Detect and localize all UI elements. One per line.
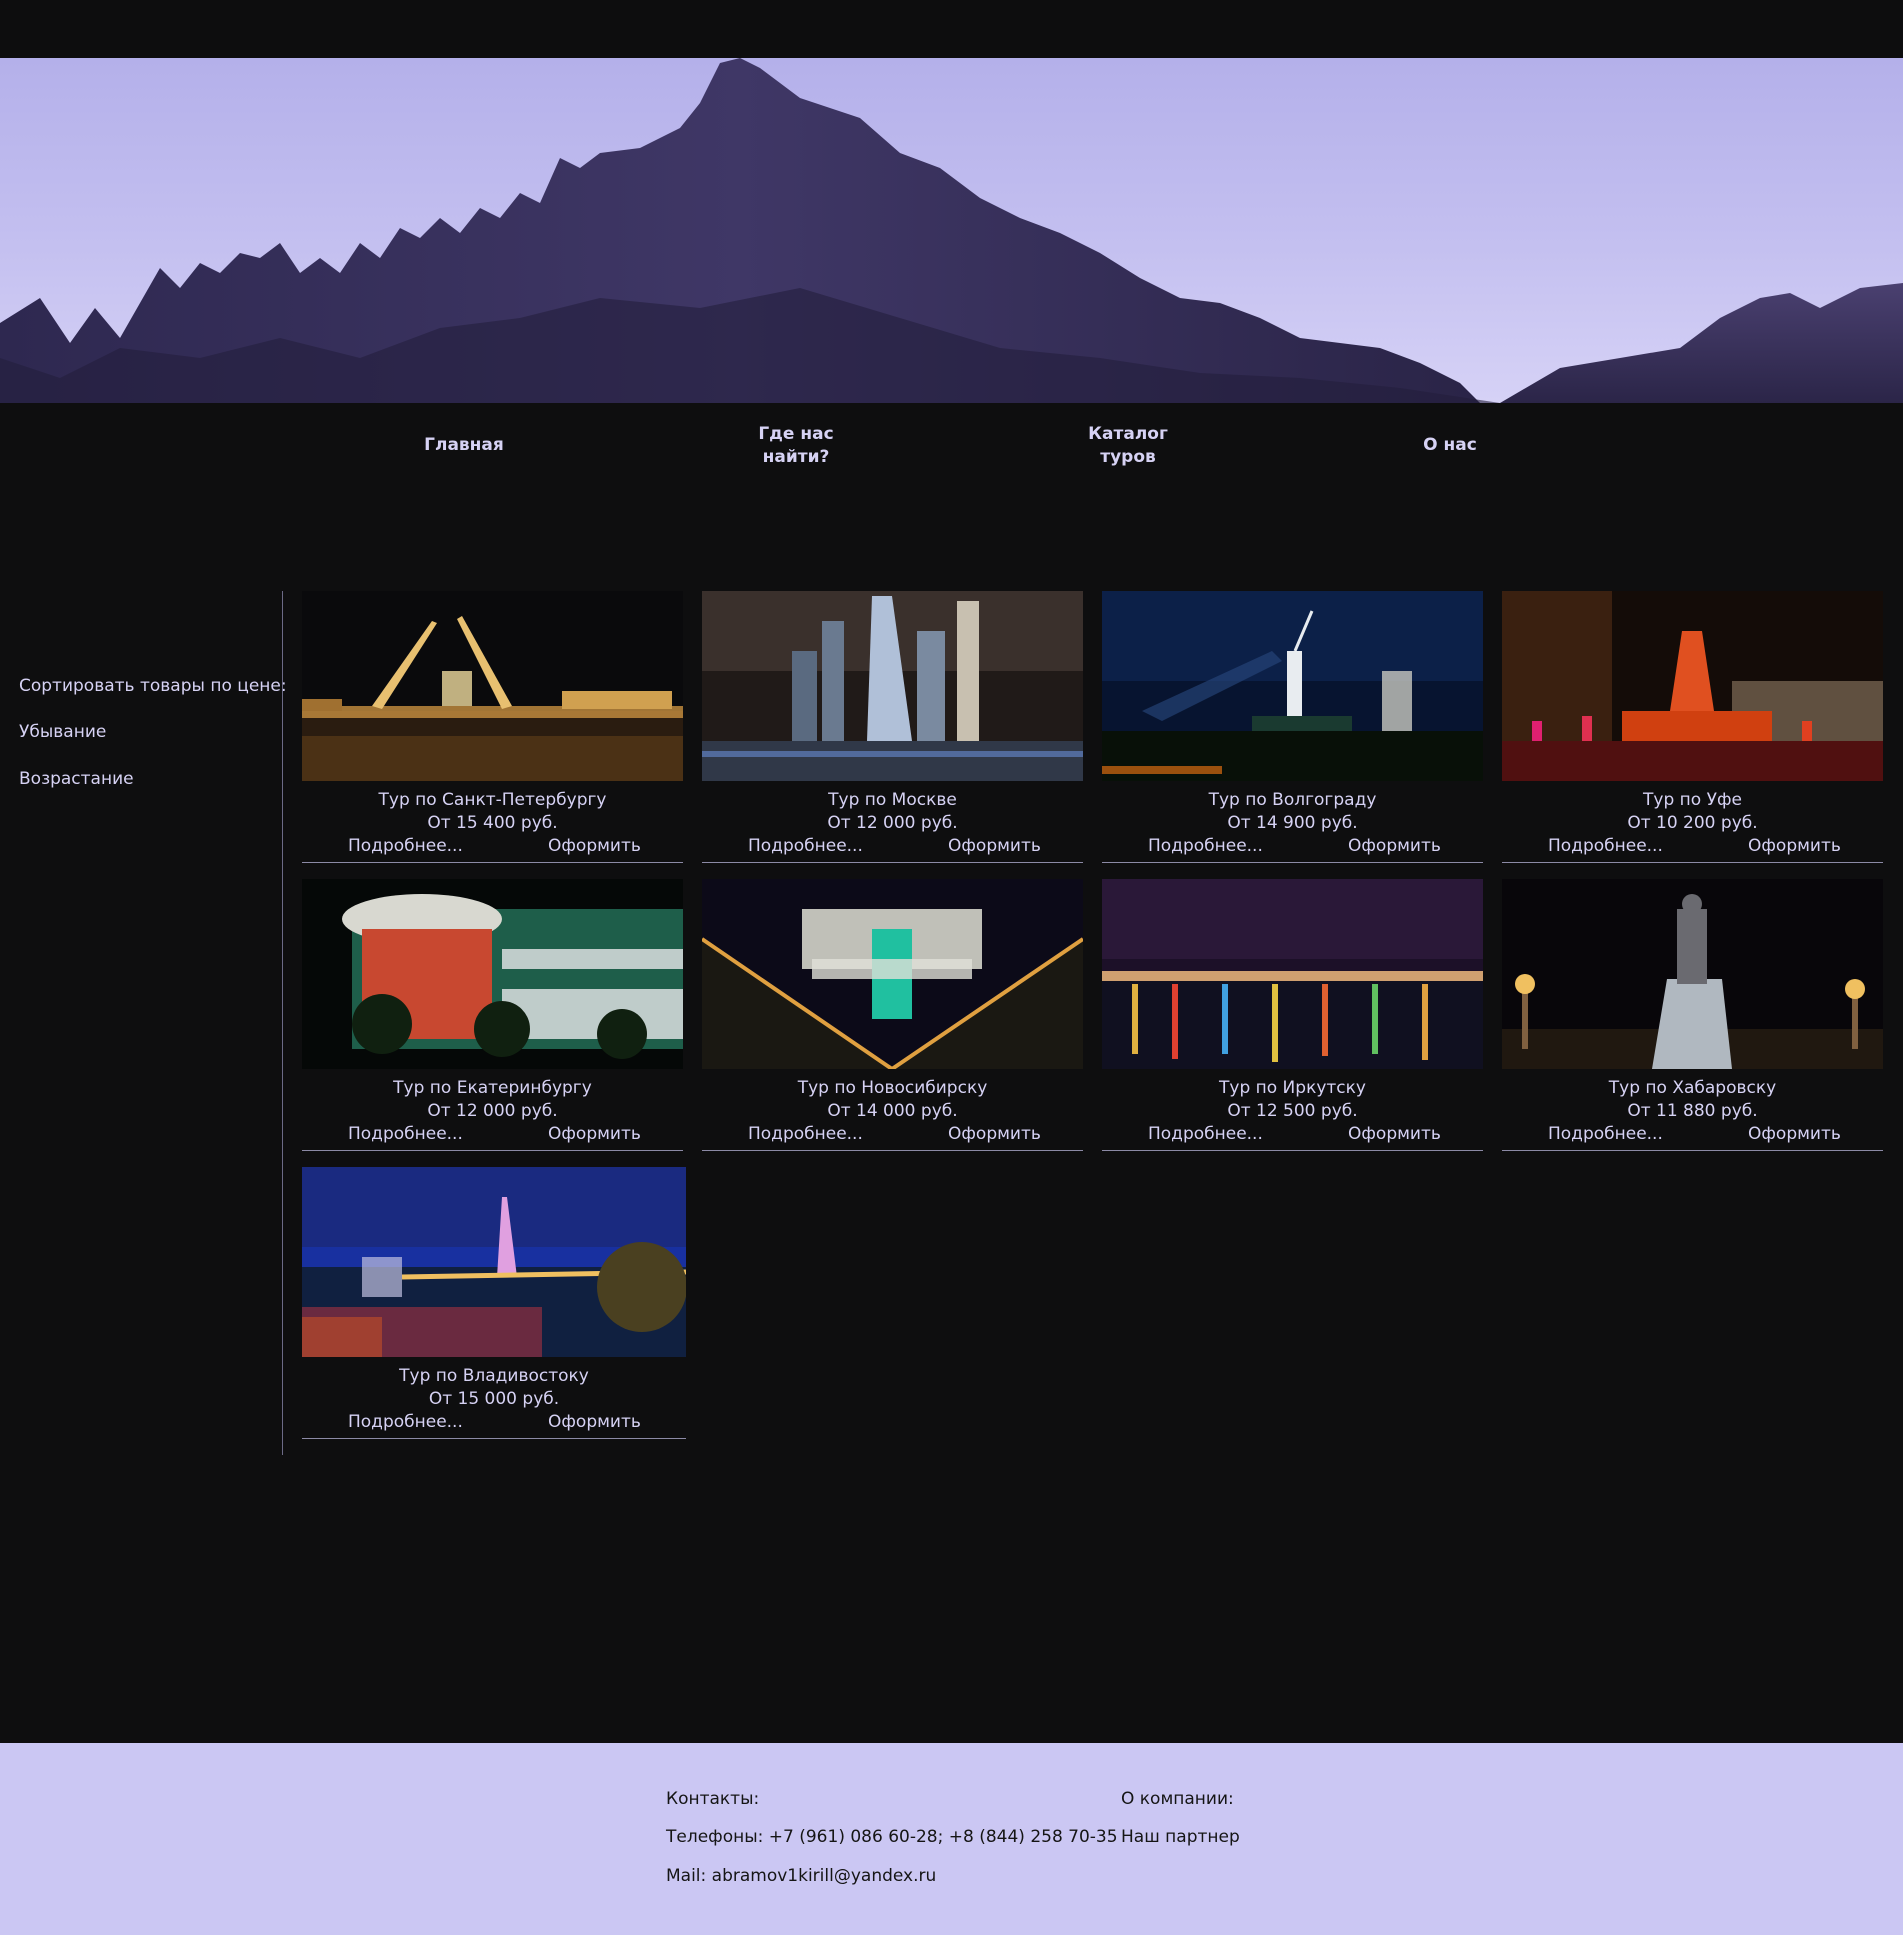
tour-order-link[interactable]: Оформить [948, 1123, 1041, 1146]
nav-about-label: О нас [1423, 435, 1477, 455]
sort-sidebar: Сортировать товары по цене: Убывание Воз… [0, 591, 287, 1455]
sort-title: Сортировать товары по цене: [19, 676, 287, 696]
tour-title: Тур по Санкт-Петербургу [378, 790, 607, 810]
footer-phones: Телефоны: +7 (961) 086 60-28; +8 (844) 2… [666, 1827, 1118, 1847]
footer: Контакты: Телефоны: +7 (961) 086 60-28; … [0, 1743, 1903, 1935]
tour-order-link[interactable]: Оформить [548, 1123, 641, 1146]
nav-catalog-label-1: Каталог [1088, 424, 1168, 444]
nav-where-label-2: найти? [762, 447, 830, 467]
tour-photo [302, 1167, 686, 1357]
tour-card: Тур по Уфе От 10 200 руб. Подробнее... О… [1502, 591, 1883, 863]
nav-catalog-label-2: туров [1100, 447, 1156, 467]
tour-title: Тур по Екатеринбургу [393, 1078, 592, 1098]
footer-contacts-title: Контакты: [666, 1789, 760, 1809]
tour-photo [1102, 879, 1483, 1069]
nav-catalog[interactable]: Каталог туров [1028, 423, 1228, 469]
nav-home[interactable]: Главная [364, 434, 564, 457]
tour-details-link[interactable]: Подробнее... [1548, 835, 1663, 858]
tour-details-link[interactable]: Подробнее... [748, 835, 863, 858]
tour-card: Тур по Москве От 12 000 руб. Подробнее..… [702, 591, 1083, 863]
tour-details-link[interactable]: Подробнее... [348, 1123, 463, 1146]
tour-photo [1502, 879, 1883, 1069]
tour-price: От 15 000 руб. [428, 1389, 560, 1409]
footer-partner-link[interactable]: Наш партнер [1121, 1827, 1240, 1847]
tour-title: Тур по Новосибирску [797, 1078, 988, 1098]
tour-order-link[interactable]: Оформить [1748, 835, 1841, 858]
tour-price: От 12 500 руб. [1227, 1101, 1358, 1121]
main-nav: Главная Где нас найти? Каталог туров О н… [0, 403, 1903, 493]
tour-details-link[interactable]: Подробнее... [1148, 835, 1263, 858]
tour-details-link[interactable]: Подробнее... [1148, 1123, 1263, 1146]
tour-card: Тур по Екатеринбургу От 12 000 руб. Подр… [302, 879, 683, 1151]
tour-title: Тур по Владивостоку [399, 1366, 589, 1386]
tour-photo [1502, 591, 1883, 781]
tour-photo [1102, 591, 1483, 781]
tour-order-link[interactable]: Оформить [1348, 835, 1441, 858]
hero-banner [0, 58, 1903, 403]
tour-photo [702, 879, 1083, 1069]
footer-company-title: О компании: [1121, 1789, 1234, 1809]
tour-title: Тур по Москве [828, 790, 957, 810]
tour-photo [702, 591, 1083, 781]
tour-title: Тур по Уфе [1643, 790, 1742, 810]
nav-where[interactable]: Где нас найти? [696, 423, 896, 469]
tour-card: Тур по Иркутску От 12 500 руб. Подробнее… [1102, 879, 1483, 1151]
sort-asc-link[interactable]: Возрастание [19, 769, 134, 789]
tour-order-link[interactable]: Оформить [548, 1411, 641, 1434]
footer-mail[interactable]: Mail: abramov1kirill@yandex.ru [666, 1866, 936, 1886]
nav-where-label-1: Где нас [758, 424, 834, 444]
tour-title: Тур по Иркутску [1219, 1078, 1366, 1098]
tour-order-link[interactable]: Оформить [1748, 1123, 1841, 1146]
nav-home-label: Главная [424, 435, 504, 455]
tour-price: От 15 400 руб. [427, 813, 558, 833]
tour-details-link[interactable]: Подробнее... [1548, 1123, 1663, 1146]
tour-card: Тур по Хабаровску От 11 880 руб. Подробн… [1502, 879, 1883, 1151]
nav-about[interactable]: О нас [1350, 434, 1550, 457]
tour-price: От 14 000 руб. [827, 1101, 958, 1121]
mountain-image [0, 58, 1903, 403]
tour-price: От 12 000 руб. [827, 813, 958, 833]
tour-price: От 12 000 руб. [427, 1101, 558, 1121]
tour-details-link[interactable]: Подробнее... [348, 1411, 463, 1434]
tour-card: Тур по Владивостоку От 15 000 руб. Подро… [302, 1167, 686, 1439]
tour-card: Тур по Санкт-Петербургу От 15 400 руб. П… [302, 591, 683, 863]
tour-order-link[interactable]: Оформить [948, 835, 1041, 858]
tour-card: Тур по Новосибирску От 14 000 руб. Подро… [702, 879, 1083, 1151]
tour-title: Тур по Хабаровску [1608, 1078, 1777, 1098]
tour-photo [302, 591, 683, 781]
tour-card: Тур по Волгограду От 14 900 руб. Подробн… [1102, 591, 1483, 863]
tour-order-link[interactable]: Оформить [548, 835, 641, 858]
sort-desc-link[interactable]: Убывание [19, 722, 106, 742]
tour-details-link[interactable]: Подробнее... [348, 835, 463, 858]
top-bar [0, 0, 1903, 58]
tour-order-link[interactable]: Оформить [1348, 1123, 1441, 1146]
tour-title: Тур по Волгограду [1208, 790, 1377, 810]
tour-price: От 11 880 руб. [1627, 1101, 1758, 1121]
tour-price: От 14 900 руб. [1227, 813, 1358, 833]
tour-price: От 10 200 руб. [1627, 813, 1758, 833]
tour-photo [302, 879, 683, 1069]
tour-details-link[interactable]: Подробнее... [748, 1123, 863, 1146]
